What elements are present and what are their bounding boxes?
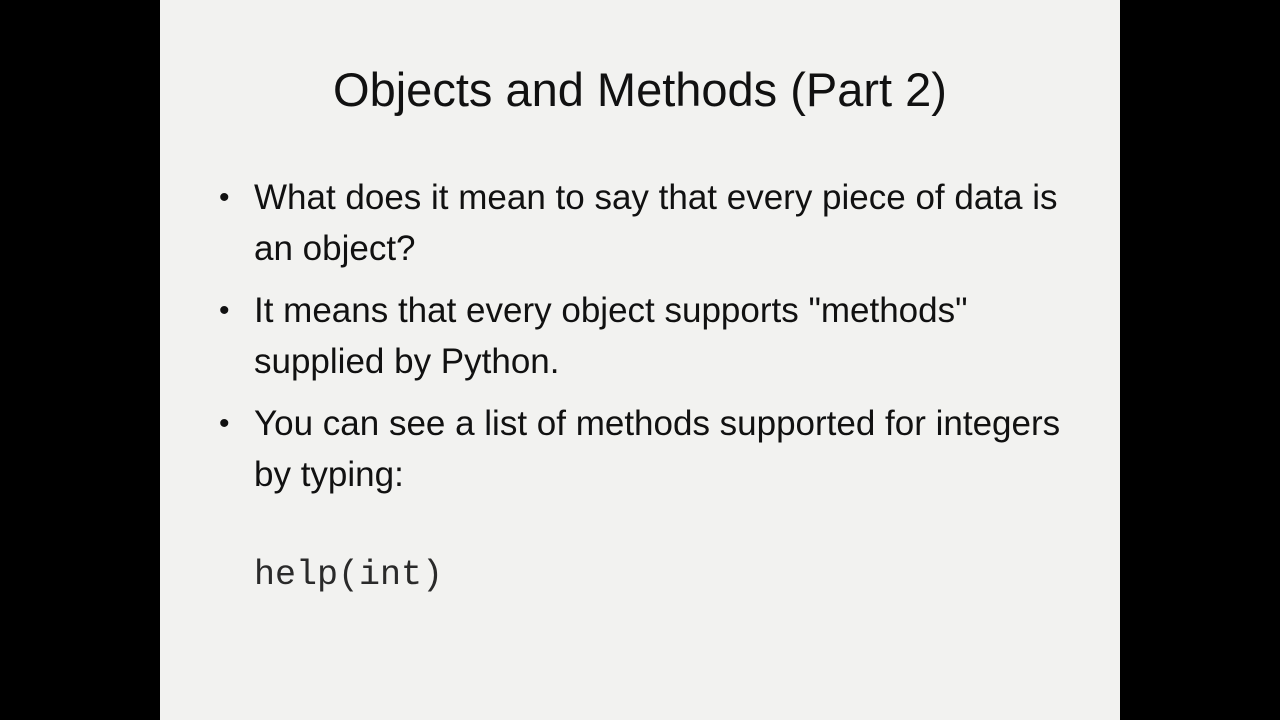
bullet-text: You can see a list of methods supported … bbox=[254, 404, 1061, 494]
bullet-icon: • bbox=[219, 294, 230, 327]
bullet-icon: • bbox=[219, 181, 230, 214]
slide-title: Objects and Methods (Part 2) bbox=[333, 63, 947, 116]
bullet-list: • What does it mean to say that every pi… bbox=[214, 172, 1074, 511]
bullet-text: It means that every object supports "met… bbox=[254, 291, 968, 381]
slide: Objects and Methods (Part 2) • What does… bbox=[160, 0, 1120, 720]
bullet-item: • What does it mean to say that every pi… bbox=[214, 172, 1074, 274]
presentation-stage: Objects and Methods (Part 2) • What does… bbox=[0, 0, 1280, 720]
bullet-text: What does it mean to say that every piec… bbox=[254, 178, 1058, 268]
bullet-item: • It means that every object supports "m… bbox=[214, 285, 1074, 387]
bullet-item: • You can see a list of methods supporte… bbox=[214, 398, 1074, 500]
bullet-icon: • bbox=[219, 407, 230, 440]
code-example: help(int) bbox=[254, 555, 444, 595]
